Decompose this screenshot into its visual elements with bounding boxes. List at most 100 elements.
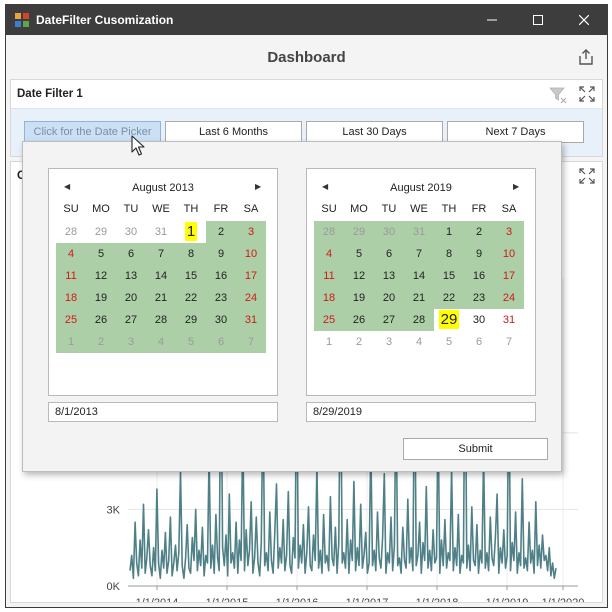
calendar-day[interactable]: 4 xyxy=(314,243,344,265)
calendar-day[interactable]: 24 xyxy=(494,287,524,309)
calendar-day[interactable]: 2 xyxy=(344,331,374,353)
minimize-button[interactable] xyxy=(469,5,515,35)
next-month-icon[interactable]: ▶ xyxy=(513,182,519,191)
calendar-day[interactable]: 5 xyxy=(176,331,206,353)
calendar-day[interactable]: 23 xyxy=(206,287,236,309)
calendar-day[interactable]: 6 xyxy=(206,331,236,353)
calendar-day[interactable]: 14 xyxy=(404,265,434,287)
calendar-day[interactable]: 2 xyxy=(464,221,494,243)
calendar-day[interactable]: 10 xyxy=(236,243,266,265)
x-tick-label: 1/1/2019 xyxy=(486,597,529,602)
calendar-day[interactable]: 11 xyxy=(56,265,86,287)
calendar-day[interactable]: 21 xyxy=(404,287,434,309)
calendar-day[interactable]: 27 xyxy=(374,309,404,331)
calendar-day[interactable]: 16 xyxy=(206,265,236,287)
calendar-day[interactable]: 8 xyxy=(434,243,464,265)
calendar-day[interactable]: 7 xyxy=(236,331,266,353)
calendar-day[interactable]: 4 xyxy=(404,331,434,353)
calendar-day[interactable]: 5 xyxy=(344,243,374,265)
calendar-day[interactable]: 4 xyxy=(146,331,176,353)
calendar-day[interactable]: 3 xyxy=(116,331,146,353)
calendar-day[interactable]: 30 xyxy=(464,309,494,331)
calendar-day[interactable]: 19 xyxy=(86,287,116,309)
maximize-button[interactable] xyxy=(515,5,561,35)
export-icon[interactable] xyxy=(577,48,595,66)
calendar-day[interactable]: 28 xyxy=(314,221,344,243)
calendar-day[interactable]: 12 xyxy=(344,265,374,287)
calendar-day[interactable]: 24 xyxy=(236,287,266,309)
calendar-day[interactable]: 1 xyxy=(56,331,86,353)
calendar-day[interactable]: 23 xyxy=(464,287,494,309)
calendar-day[interactable]: 30 xyxy=(116,221,146,243)
calendar-day[interactable]: 13 xyxy=(374,265,404,287)
calendar-day[interactable]: 14 xyxy=(146,265,176,287)
calendar-day[interactable]: 13 xyxy=(116,265,146,287)
calendar-day[interactable]: 10 xyxy=(494,243,524,265)
next-month-icon[interactable]: ▶ xyxy=(255,182,261,191)
calendar-day[interactable]: 9 xyxy=(464,243,494,265)
calendar-day[interactable]: 25 xyxy=(56,309,86,331)
calendar-day[interactable]: 1 xyxy=(176,221,206,243)
calendar-day[interactable]: 1 xyxy=(314,331,344,353)
calendar-day[interactable]: 15 xyxy=(176,265,206,287)
calendar-day[interactable]: 3 xyxy=(494,221,524,243)
maximize-item-icon[interactable] xyxy=(579,86,595,102)
calendar-day[interactable]: 20 xyxy=(374,287,404,309)
calendar-day[interactable]: 2 xyxy=(206,221,236,243)
calendar-day[interactable]: 20 xyxy=(116,287,146,309)
calendar-day[interactable]: 31 xyxy=(146,221,176,243)
calendar-day[interactable]: 18 xyxy=(56,287,86,309)
calendar-day[interactable]: 17 xyxy=(494,265,524,287)
calendar-day[interactable]: 3 xyxy=(236,221,266,243)
calendar-day[interactable]: 29 xyxy=(86,221,116,243)
last-6-months-button[interactable]: Last 6 Months xyxy=(165,121,302,143)
calendar-day[interactable]: 3 xyxy=(374,331,404,353)
calendar-day[interactable]: 11 xyxy=(314,265,344,287)
calendar-day[interactable]: 18 xyxy=(314,287,344,309)
calendar-day[interactable]: 29 xyxy=(434,309,464,331)
calendar-day[interactable]: 5 xyxy=(434,331,464,353)
calendar-day[interactable]: 6 xyxy=(116,243,146,265)
calendar-day[interactable]: 27 xyxy=(116,309,146,331)
calendar-day[interactable]: 8 xyxy=(176,243,206,265)
calendar-day[interactable]: 29 xyxy=(176,309,206,331)
calendar-day[interactable]: 30 xyxy=(374,221,404,243)
end-date-input[interactable]: 8/29/2019 xyxy=(306,402,536,422)
calendar-day[interactable]: 25 xyxy=(314,309,344,331)
calendar-day[interactable]: 6 xyxy=(464,331,494,353)
calendar-day[interactable]: 9 xyxy=(206,243,236,265)
next-7-days-button[interactable]: Next 7 Days xyxy=(447,121,584,143)
submit-button[interactable]: Submit xyxy=(403,438,548,460)
calendar-day[interactable]: 29 xyxy=(344,221,374,243)
calendar-day[interactable]: 6 xyxy=(374,243,404,265)
calendar-day[interactable]: 28 xyxy=(404,309,434,331)
calendar-day[interactable]: 7 xyxy=(494,331,524,353)
calendar-day[interactable]: 28 xyxy=(146,309,176,331)
calendar-day[interactable]: 30 xyxy=(206,309,236,331)
last-30-days-button[interactable]: Last 30 Days xyxy=(306,121,443,143)
calendar-day[interactable]: 22 xyxy=(176,287,206,309)
calendar-day[interactable]: 22 xyxy=(434,287,464,309)
calendar-day[interactable]: 28 xyxy=(56,221,86,243)
calendar-day[interactable]: 7 xyxy=(146,243,176,265)
clear-filter-icon[interactable] xyxy=(549,86,567,104)
calendar-day[interactable]: 31 xyxy=(236,309,266,331)
close-button[interactable] xyxy=(561,5,607,35)
calendar-day[interactable]: 1 xyxy=(434,221,464,243)
calendar-day[interactable]: 19 xyxy=(344,287,374,309)
calendar-day[interactable]: 15 xyxy=(434,265,464,287)
calendar-day[interactable]: 16 xyxy=(464,265,494,287)
calendar-day[interactable]: 21 xyxy=(146,287,176,309)
calendar-day[interactable]: 26 xyxy=(344,309,374,331)
calendar-day[interactable]: 2 xyxy=(86,331,116,353)
calendar-day[interactable]: 31 xyxy=(404,221,434,243)
start-date-input[interactable]: 8/1/2013 xyxy=(48,402,278,422)
calendar-day[interactable]: 5 xyxy=(86,243,116,265)
calendar-day[interactable]: 4 xyxy=(56,243,86,265)
calendar-day[interactable]: 17 xyxy=(236,265,266,287)
calendar-day[interactable]: 26 xyxy=(86,309,116,331)
calendar-day[interactable]: 12 xyxy=(86,265,116,287)
calendar-day[interactable]: 31 xyxy=(494,309,524,331)
calendar-day[interactable]: 7 xyxy=(404,243,434,265)
weekday-header: TH xyxy=(441,203,457,215)
